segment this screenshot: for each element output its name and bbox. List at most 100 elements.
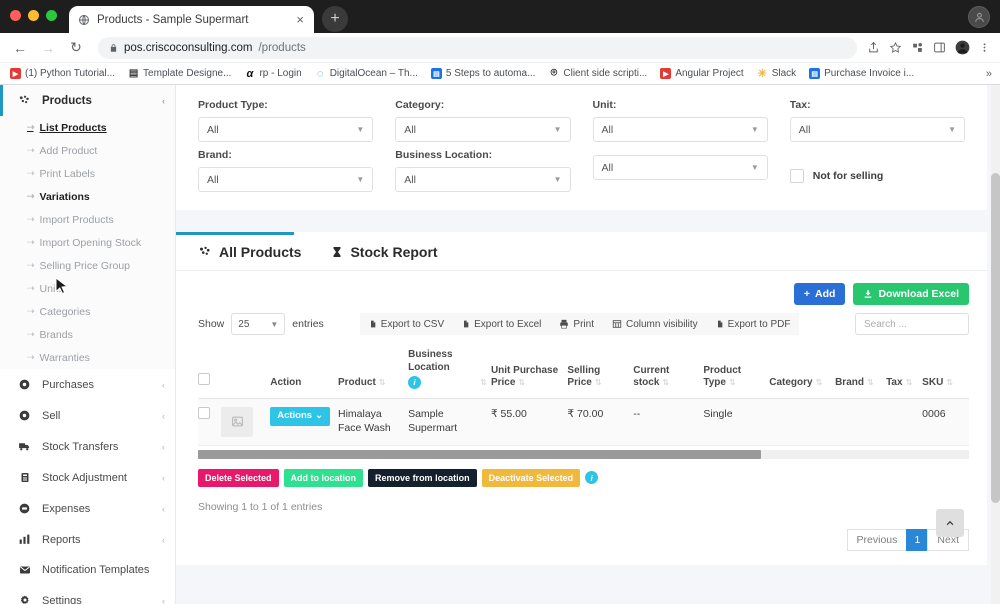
unit-select[interactable]: All ▼ <box>593 117 768 142</box>
star-icon[interactable] <box>889 41 902 54</box>
sidebar-item-stock-adjustment[interactable]: Stock Adjustment ‹ <box>0 462 175 493</box>
page-scrollbar-thumb[interactable] <box>991 173 1000 503</box>
export-to-pdf-button[interactable]: Export to PDF <box>707 313 800 335</box>
sidebar-item-variations[interactable]: ⇢ Variations <box>0 185 175 208</box>
sidebar-item-print-labels[interactable]: ⇢ Print Labels <box>0 162 175 185</box>
th-selling-price[interactable]: Selling Price⇅ <box>567 343 633 398</box>
extra-select[interactable]: All ▼ <box>593 155 768 180</box>
chevron-left-icon[interactable]: ‹ <box>162 504 165 514</box>
forward-button[interactable]: → <box>36 36 60 60</box>
export-to-csv-button[interactable]: Export to CSV <box>360 313 453 335</box>
print-button[interactable]: Print <box>550 313 603 335</box>
bookmark-item[interactable]: ▤ 5 Steps to automa... <box>431 68 536 79</box>
sidebar-item-notification-templates[interactable]: Notification Templates <box>0 555 175 585</box>
product-type-select[interactable]: All ▼ <box>198 117 373 142</box>
chevron-left-icon[interactable]: ‹ <box>162 442 165 452</box>
back-button[interactable]: ← <box>8 36 32 60</box>
sort-icon[interactable]: ⇅ <box>813 378 823 387</box>
sort-icon[interactable]: ⇅ <box>515 378 525 387</box>
close-icon[interactable]: × <box>294 13 306 26</box>
bookmark-item[interactable]: ⌾ Client side scripti... <box>548 68 647 79</box>
th-business-location[interactable]: Business Location i⇅ <box>408 343 491 398</box>
th-brand[interactable]: Brand⇅ <box>835 343 886 398</box>
tax-select[interactable]: All ▼ <box>790 117 965 142</box>
sidebar-item-reports[interactable]: Reports ‹ <box>0 524 175 555</box>
sort-icon[interactable]: ⇅ <box>477 378 487 388</box>
th-sku[interactable]: SKU⇅ <box>922 343 969 398</box>
new-tab-button[interactable]: + <box>322 6 348 32</box>
add-button[interactable]: + Add <box>794 283 846 305</box>
page-scrollbar[interactable] <box>991 85 1000 604</box>
th-product[interactable]: Product⇅ <box>338 343 408 398</box>
sidebar-item-units[interactable]: ⇢ Units <box>0 277 175 300</box>
column-visibility-button[interactable]: Column visibility <box>603 313 707 335</box>
chevron-left-icon[interactable]: ‹ <box>162 411 165 421</box>
bookmark-item[interactable]: ▶ Angular Project <box>660 68 743 79</box>
th-current-stock[interactable]: Current stock⇅ <box>633 343 703 398</box>
chevron-left-icon[interactable]: ‹ <box>162 535 165 545</box>
category-select[interactable]: All ▼ <box>395 117 570 142</box>
entries-per-page-select[interactable]: 25 ▼ <box>231 313 285 335</box>
sidebar-item-stock-transfers[interactable]: Stock Transfers ‹ <box>0 431 175 462</box>
window-controls[interactable] <box>10 10 69 33</box>
sidepanel-icon[interactable] <box>933 41 946 54</box>
search-input[interactable]: Search ... <box>855 313 969 335</box>
pagination-page-1[interactable]: 1 <box>906 529 928 551</box>
delete-selected-button[interactable]: Delete Selected <box>198 469 279 488</box>
profile-avatar-icon[interactable] <box>955 40 970 55</box>
sort-icon[interactable]: ⇅ <box>726 378 736 387</box>
add-to-location-button[interactable]: Add to location <box>284 469 364 488</box>
bookmark-item[interactable]: ▶ (1) Python Tutorial... <box>10 68 115 79</box>
sidebar-item-purchases[interactable]: Purchases ‹ <box>0 369 175 400</box>
th-tax[interactable]: Tax⇅ <box>886 343 922 398</box>
sidebar-item-list-products[interactable]: ⇢ List Products <box>0 116 175 139</box>
sidebar-item-products[interactable]: Products ‹ <box>0 85 175 116</box>
table-row[interactable]: Actions ⌄ Himalaya Face Wash Sample Supe… <box>198 398 969 445</box>
chevron-left-icon[interactable]: ‹ <box>162 473 165 483</box>
brand-select[interactable]: All ▼ <box>198 167 373 192</box>
share-icon[interactable] <box>867 41 880 54</box>
pagination-previous[interactable]: Previous <box>847 529 908 551</box>
scroll-to-top-button[interactable] <box>936 509 964 537</box>
address-bar[interactable]: pos.criscoconsulting.com/products <box>98 37 857 59</box>
bookmarks-overflow-icon[interactable]: » <box>986 68 992 80</box>
sidebar-item-expenses[interactable]: Expenses ‹ <box>0 493 175 524</box>
sort-icon[interactable]: ⇅ <box>943 378 953 387</box>
remove-from-location-button[interactable]: Remove from location <box>368 469 477 488</box>
chevron-left-icon[interactable]: ‹ <box>162 96 165 106</box>
minimize-window-button[interactable] <box>28 10 39 21</box>
sidebar-item-import-opening-stock[interactable]: ⇢ Import Opening Stock <box>0 231 175 254</box>
chevron-left-icon[interactable]: ‹ <box>162 380 165 390</box>
sort-icon[interactable]: ⇅ <box>376 378 386 387</box>
info-icon[interactable]: i <box>585 471 598 484</box>
bookmark-item[interactable]: α rp - Login <box>244 68 301 79</box>
sidebar-item-settings[interactable]: Settings ‹ <box>0 585 175 604</box>
sort-icon[interactable]: ⇅ <box>903 378 913 387</box>
select-all-checkbox[interactable] <box>198 373 210 385</box>
sort-icon[interactable]: ⇅ <box>659 378 669 387</box>
deactivate-selected-button[interactable]: Deactivate Selected <box>482 469 581 488</box>
download-excel-button[interactable]: Download Excel <box>853 283 969 305</box>
sidebar-item-brands[interactable]: ⇢ Brands <box>0 323 175 346</box>
sort-icon[interactable]: ⇅ <box>592 378 602 387</box>
sidebar-item-sell[interactable]: Sell ‹ <box>0 400 175 431</box>
maximize-window-button[interactable] <box>46 10 57 21</box>
tab-stock-report[interactable]: Stock Report <box>331 244 437 260</box>
sidebar-item-warranties[interactable]: ⇢ Warranties <box>0 346 175 369</box>
bookmark-item[interactable]: ✳ Slack <box>757 68 796 79</box>
browser-tab[interactable]: Products - Sample Supermart × <box>69 6 314 33</box>
chevron-left-icon[interactable]: ‹ <box>162 596 165 604</box>
info-icon[interactable]: i <box>408 376 421 389</box>
extension-icon[interactable] <box>911 41 924 54</box>
sort-icon[interactable]: ⇅ <box>864 378 874 387</box>
sidebar-item-add-product[interactable]: ⇢ Add Product <box>0 139 175 162</box>
business-location-select[interactable]: All ▼ <box>395 167 570 192</box>
th-category[interactable]: Category⇅ <box>769 343 835 398</box>
sidebar-item-import-products[interactable]: ⇢ Import Products <box>0 208 175 231</box>
bookmark-item[interactable]: ▤ Template Designe... <box>128 68 231 79</box>
close-window-button[interactable] <box>10 10 21 21</box>
bookmark-item[interactable]: ◌ DigitalOcean – Th... <box>315 68 418 79</box>
th-product-type[interactable]: Product Type⇅ <box>703 343 769 398</box>
th-unit-purchase-price[interactable]: Unit Purchase Price⇅ <box>491 343 567 398</box>
reload-button[interactable]: ↻ <box>64 36 88 60</box>
